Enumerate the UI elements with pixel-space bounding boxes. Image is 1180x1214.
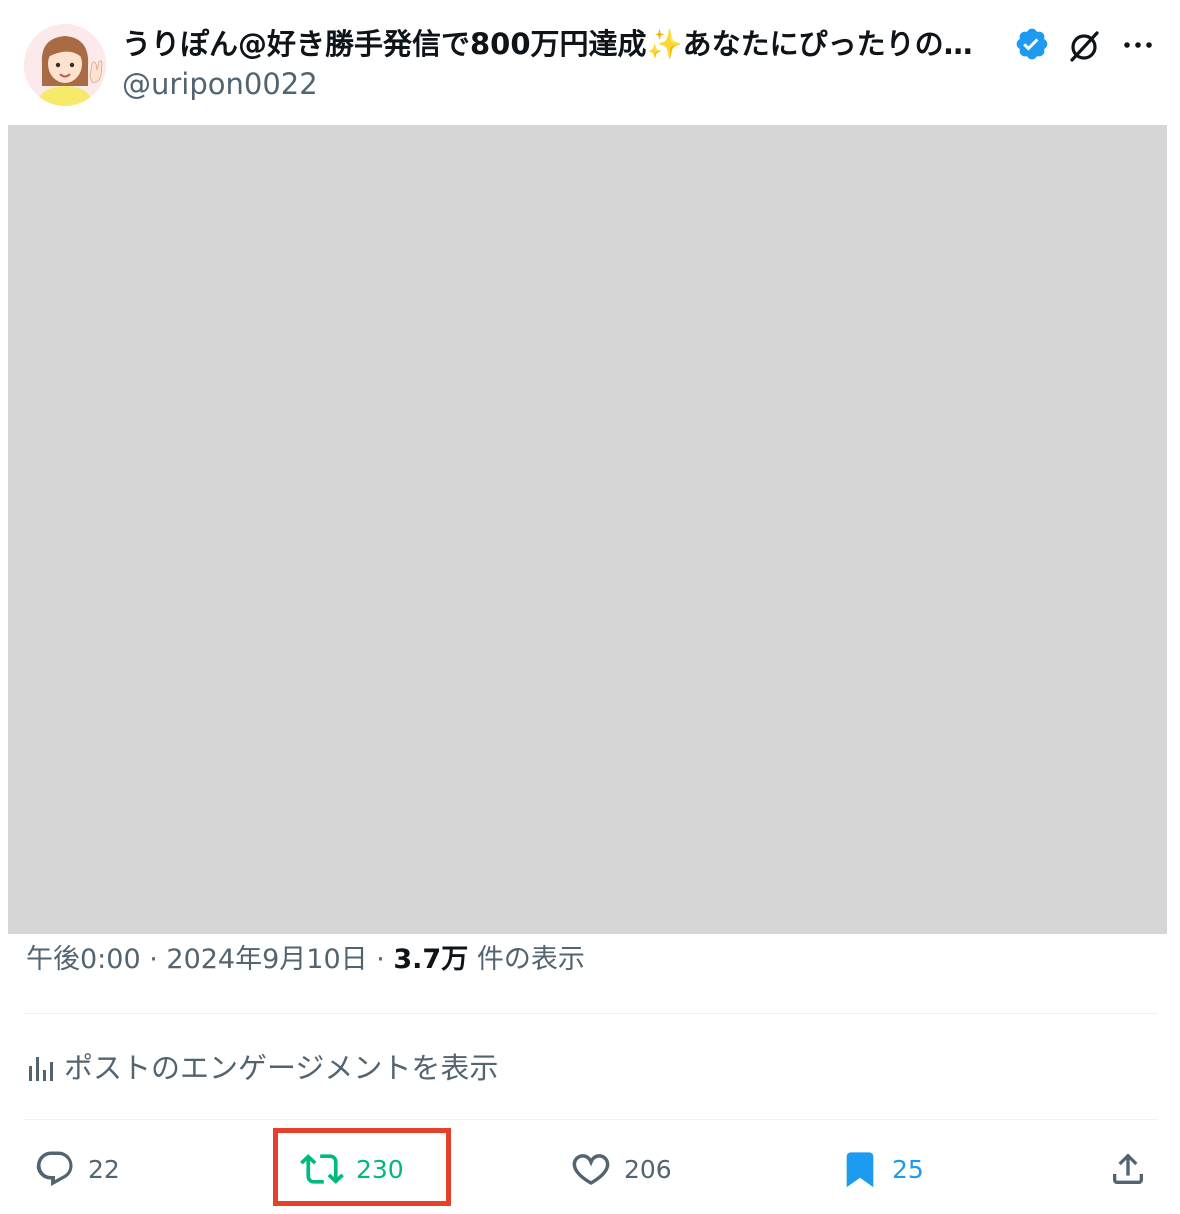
reply-icon [36,1151,73,1186]
like-icon [572,1154,610,1185]
divider [24,1119,1158,1120]
bookmark-button[interactable]: 25 [840,1145,924,1193]
share-button[interactable] [1108,1145,1148,1193]
post-media[interactable] [8,125,1167,934]
grok-icon[interactable] [1064,26,1104,66]
share-icon [1113,1153,1143,1184]
verified-badge-icon[interactable] [1014,26,1050,62]
divider [24,1013,1158,1014]
like-count: 206 [624,1154,672,1184]
meta-separator: · [140,944,167,975]
view-engagements-label: ポストのエンゲージメントを表示 [64,1051,499,1085]
post-time[interactable]: 午後0:00 [26,944,141,975]
bookmark-icon [846,1152,874,1188]
views-label: 件の表示 [468,944,585,975]
avatar[interactable] [24,24,106,106]
bookmark-count: 25 [892,1154,924,1184]
like-button[interactable]: 206 [570,1145,672,1193]
views-count: 3.7万 [393,944,469,975]
post-header: うりぽん@好き勝手発信で800万円達成✨あなたにぴったりの… @uripon00… [0,0,1180,120]
view-engagements-link[interactable]: ポストのエンゲージメントを表示 [26,1046,498,1090]
reply-button[interactable]: 22 [34,1145,120,1193]
author-display-name[interactable]: うりぽん@好き勝手発信で800万円達成✨あなたにぴったりの… [122,24,1002,64]
highlight-box [273,1128,451,1206]
meta-separator: · [367,944,394,975]
author-handle[interactable]: @uripon0022 [122,66,318,102]
avatar-illustration [24,24,106,106]
reply-count: 22 [88,1154,120,1184]
post-meta: 午後0:00 · 2024年9月10日 · 3.7万 件の表示 [26,940,585,980]
analytics-icon [29,1057,53,1081]
post-date[interactable]: 2024年9月10日 [166,944,367,975]
more-icon[interactable] [1120,30,1156,60]
